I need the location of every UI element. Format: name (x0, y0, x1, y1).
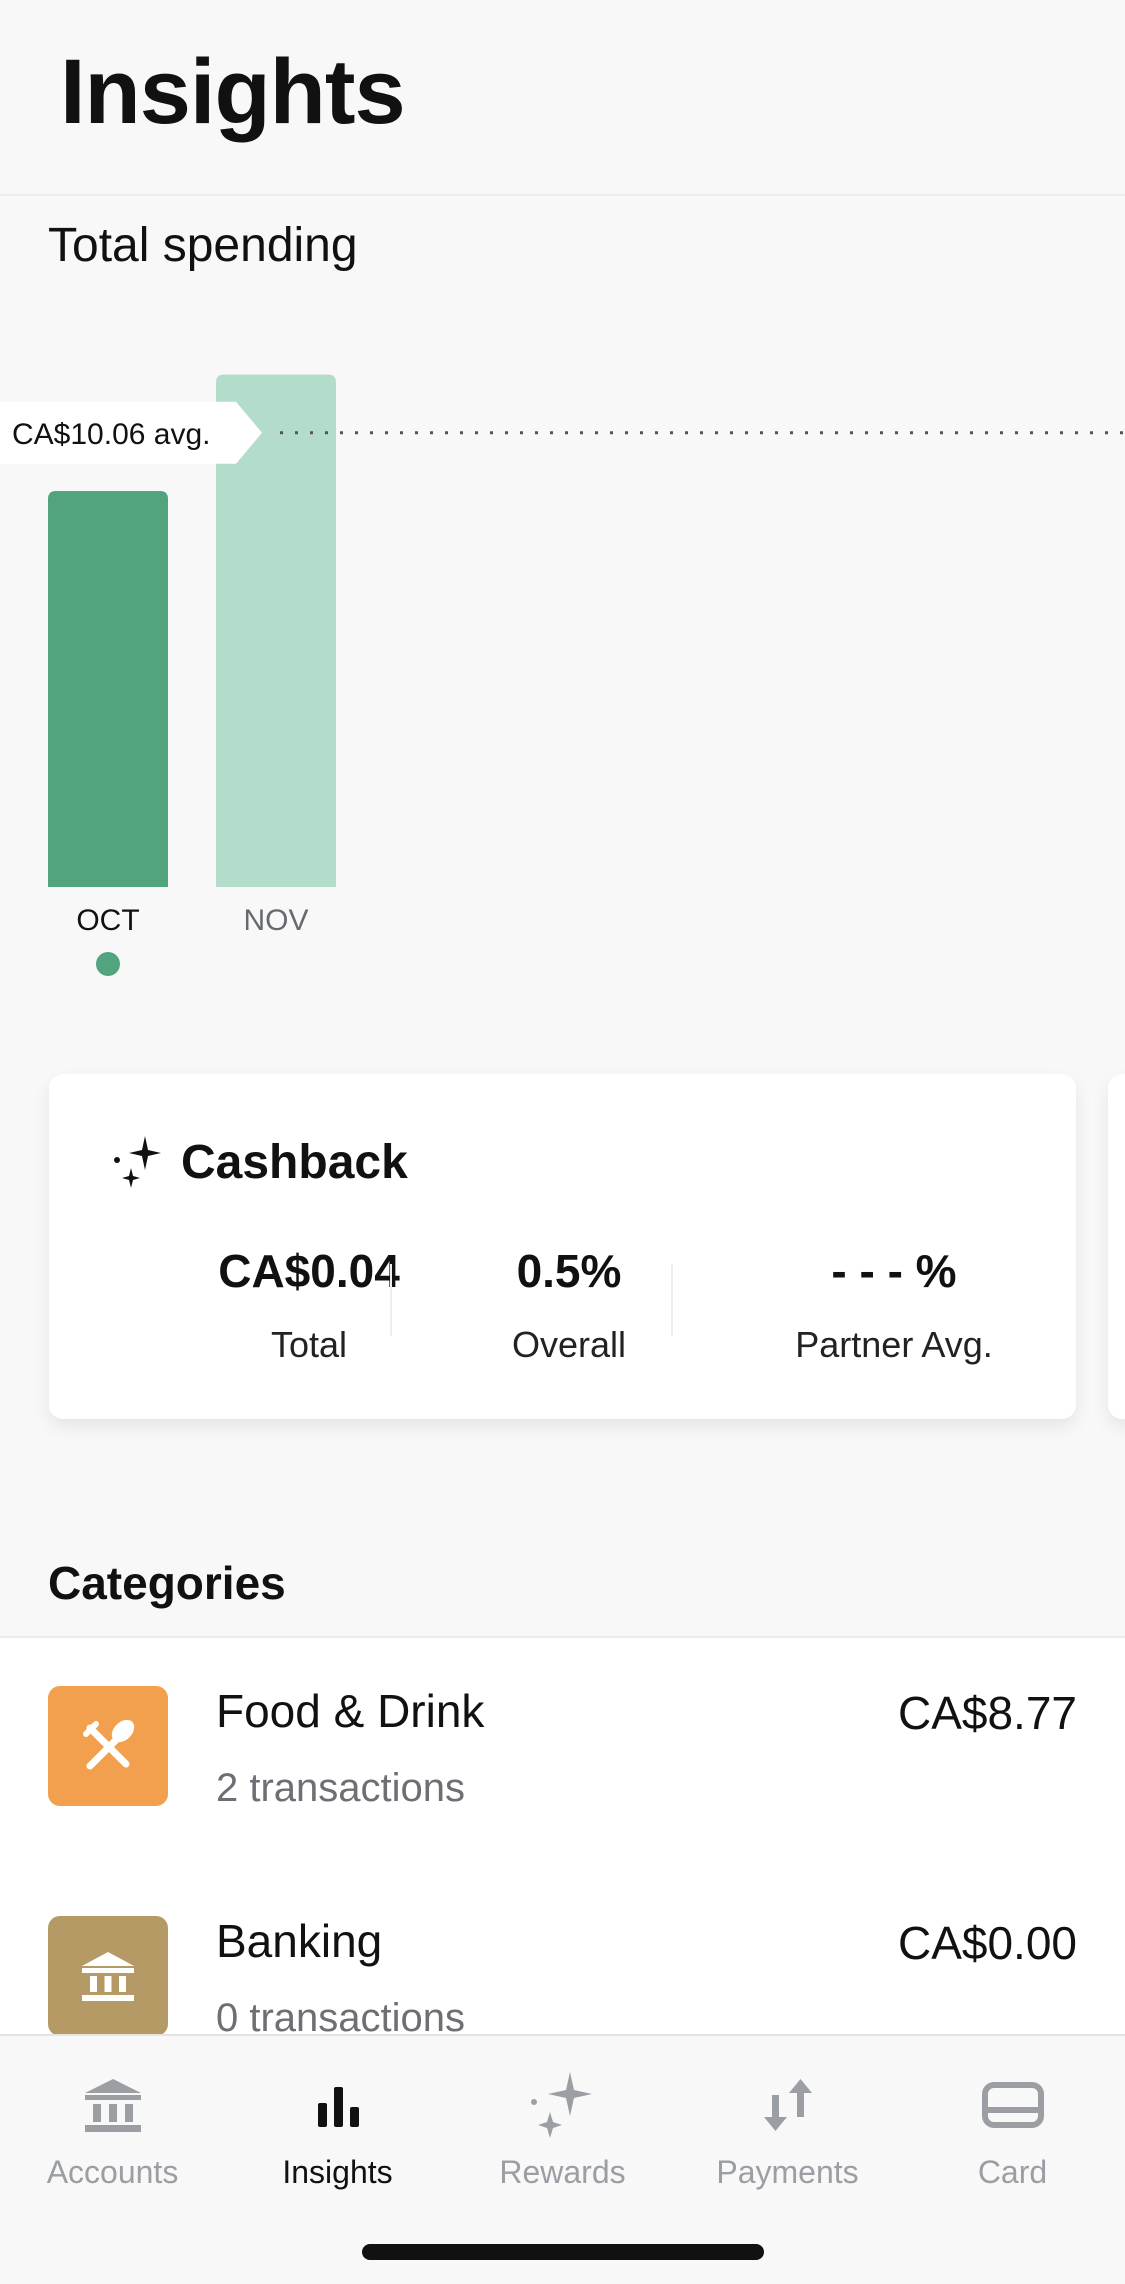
category-icon-banking (48, 1916, 168, 2036)
cashback-title: Cashback (181, 1135, 408, 1189)
categories-list: Food & Drink 2 transactions CA$8.77 Bank… (0, 1636, 1125, 2036)
categories-heading: Categories (48, 1557, 286, 1609)
cashback-overall: 0.5% Overall (449, 1244, 689, 1366)
page-title: Insights (60, 41, 406, 143)
cashback-partner-value: - - - % (831, 1245, 957, 1297)
cashback-total-value: CA$0.04 (218, 1245, 400, 1297)
bar-chart-icon (317, 2087, 359, 2127)
stat-divider (671, 1264, 673, 1336)
stat-divider (390, 1264, 392, 1336)
transfer-arrows-icon (763, 2079, 812, 2131)
header: Insights (0, 0, 1125, 196)
category-amount: CA$0.00 (897, 1917, 1077, 1969)
bank-icon (82, 1952, 134, 2001)
cashback-partner-label: Partner Avg. (795, 1324, 993, 1365)
cashback-overall-value: 0.5% (516, 1245, 622, 1297)
nav-label: Card (977, 2154, 1048, 2190)
category-count: 0 transactions (216, 1996, 466, 2036)
x-tick-label[interactable]: NOV (243, 904, 308, 937)
cashback-overall-label: Overall (511, 1324, 627, 1365)
category-name: Food & Drink (216, 1685, 485, 1737)
nav-label: Payments (716, 2154, 859, 2190)
nav-rewards[interactable]: Rewards (450, 2060, 675, 2191)
cashback-partner-avg: - - - % Partner Avg. (729, 1244, 1059, 1366)
category-row-banking[interactable]: Banking 0 transactions CA$0.00 (0, 1868, 1125, 2036)
sparkle-icon (114, 1136, 161, 1188)
bar-oct[interactable] (48, 491, 168, 887)
card-icon (981, 2082, 1044, 2128)
average-label: CA$10.06 avg. (0, 401, 262, 464)
cashback-card[interactable]: Cashback CA$0.04 Total 0.5% Overall - - … (49, 1074, 1076, 1419)
nav-label: Insights (282, 2154, 393, 2190)
category-amount: CA$8.77 (897, 1687, 1077, 1739)
nav-payments[interactable]: Payments (675, 2060, 900, 2191)
spending-bar-chart: CA$10.06 avg. OCT NOV (0, 374, 1125, 976)
next-card-peek[interactable] (1108, 1074, 1125, 1419)
bank-icon (84, 2079, 141, 2132)
cashback-total-label: Total (270, 1324, 348, 1365)
nav-insights[interactable]: Insights (225, 2060, 450, 2191)
selected-indicator-dot (96, 952, 120, 976)
cashback-header: Cashback (111, 1134, 408, 1190)
sparkle-icon (530, 2072, 592, 2138)
home-indicator (362, 2244, 764, 2260)
nav-label: Accounts (46, 2154, 179, 2190)
nav-label: Rewards (499, 2154, 626, 2190)
nav-accounts[interactable]: Accounts (0, 2060, 225, 2191)
cashback-total: CA$0.04 Total (154, 1244, 464, 1366)
total-spending-title: Total spending (48, 219, 358, 272)
category-row-food-drink[interactable]: Food & Drink 2 transactions CA$8.77 (0, 1638, 1125, 1858)
x-tick-label[interactable]: OCT (76, 904, 139, 937)
category-name: Banking (216, 1915, 383, 1967)
utensils-icon (83, 1719, 135, 1770)
average-label-text: CA$10.06 avg. (12, 418, 210, 451)
category-count: 2 transactions (216, 1766, 466, 1810)
nav-card[interactable]: Card (900, 2060, 1125, 2191)
category-icon-food-drink (48, 1686, 168, 1806)
